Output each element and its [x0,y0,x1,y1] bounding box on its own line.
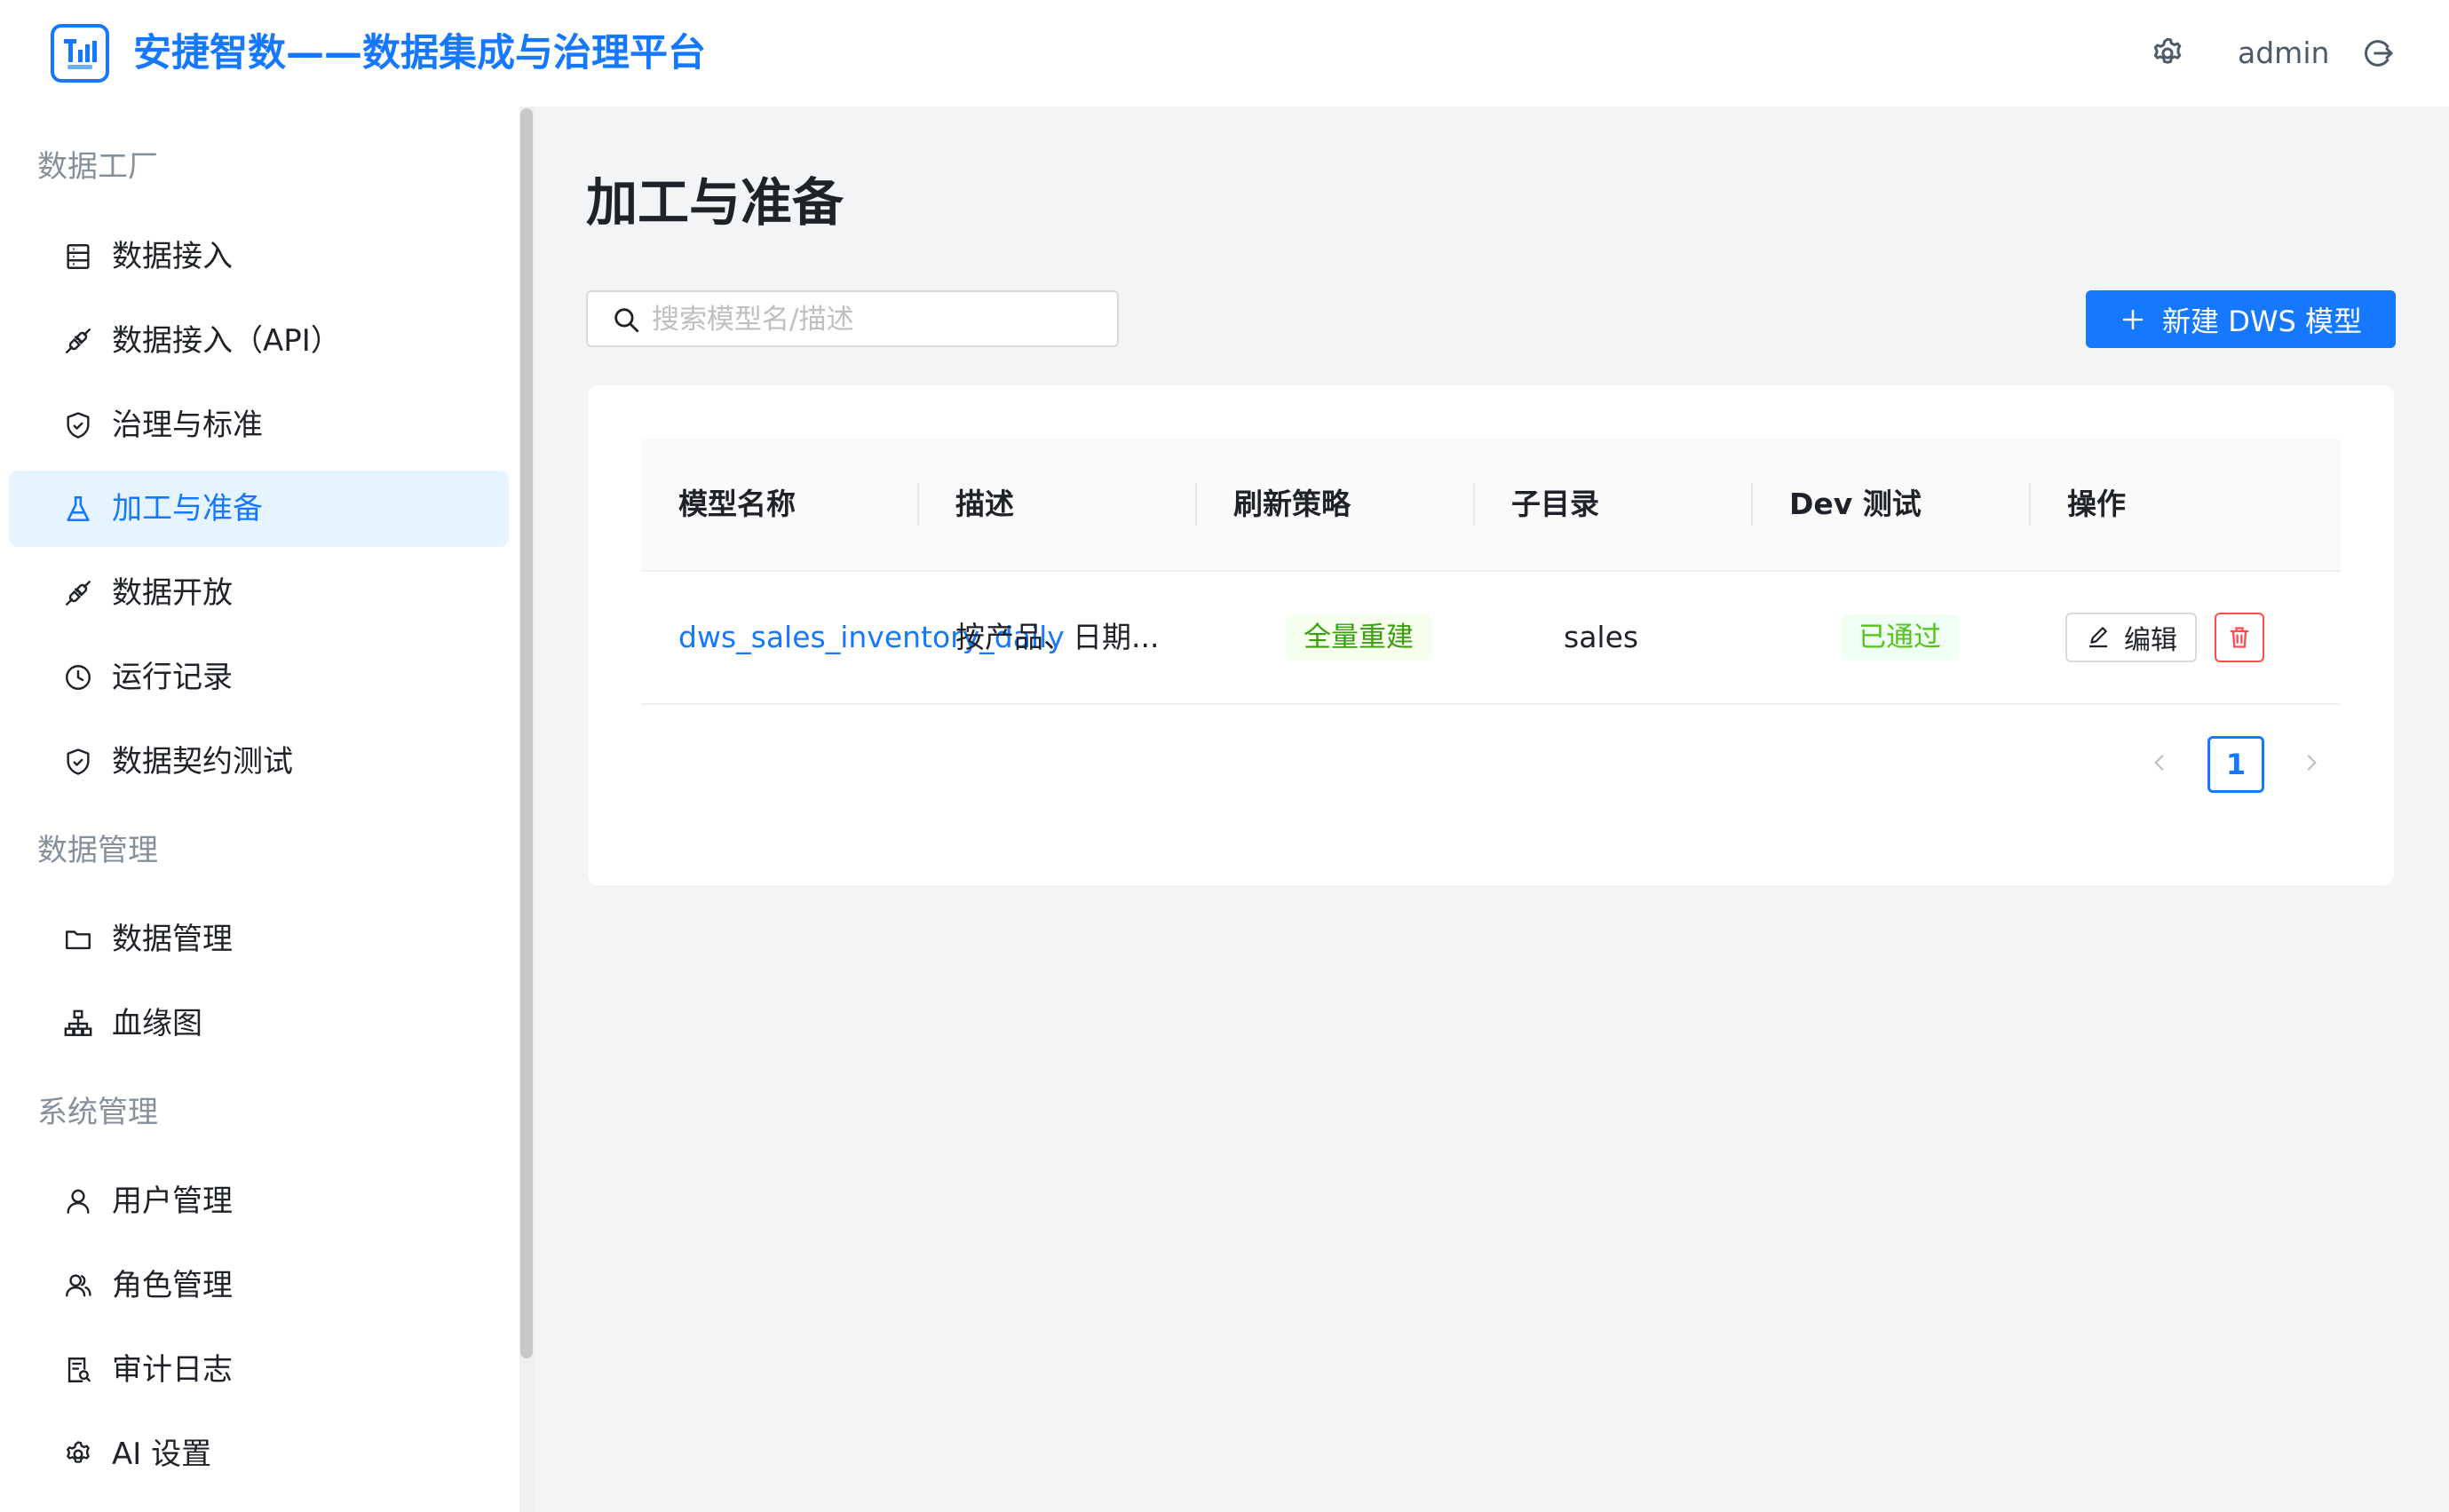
sidebar-item-data-open[interactable]: 数据开放 [9,555,509,631]
column-header-dev-test[interactable]: Dev 测试 [1789,439,1922,570]
plus-icon [2122,309,2144,329]
search-input[interactable] [650,297,1098,342]
sidebar-item-label: 审计日志 [112,1352,233,1388]
column-divider [2029,483,2031,526]
sidebar-item-label: 血缘图 [112,1006,202,1041]
subdirectory-value: sales [1564,620,1639,654]
page-title: 加工与准备 [586,172,844,233]
pagination-next-button[interactable] [2294,736,2329,789]
user-icon [60,1183,96,1219]
current-user[interactable]: admin [2238,32,2329,75]
refresh-strategy-tag: 全量重建 [1286,614,1431,661]
dev-test-status-tag: 已通过 [1841,614,1959,661]
column-divider [1473,483,1475,526]
edit-label: 编辑 [2124,625,2177,656]
api-icon [60,323,96,359]
shield-check-icon [60,744,96,780]
sidebar-item-label: 运行记录 [112,660,233,695]
sidebar-item-audit-log[interactable]: 审计日志 [9,1332,509,1408]
column-header-subdirectory[interactable]: 子目录 [1511,439,1599,570]
sidebar-item-label: 数据接入（API） [112,323,341,359]
pagination-prev-button[interactable] [2142,736,2177,789]
sidebar-item-governance[interactable]: 治理与标准 [9,387,509,463]
sidebar-item-lineage[interactable]: 血缘图 [9,986,509,1062]
edit-button[interactable]: 编辑 [2065,613,2197,662]
logout-icon [2365,40,2394,67]
lineage-icon [60,1006,96,1041]
chevron-left-icon [2154,755,2164,771]
trash-icon [2230,627,2249,648]
group-title-data-management: 数据管理 [37,833,158,868]
column-header-model-name[interactable]: 模型名称 [678,439,796,570]
sidebar-item-label: 数据接入 [112,239,233,274]
sidebar-item-ai-settings[interactable]: AI 设置 [9,1416,509,1492]
sidebar-item-processing[interactable]: 加工与准备 [9,471,509,547]
model-description: 按产品、日期... [955,620,1160,654]
group-title-system-management: 系统管理 [37,1095,158,1130]
sidebar-item-role-management[interactable]: 角色管理 [9,1247,509,1324]
users-icon [60,1268,96,1303]
audit-icon [60,1352,96,1388]
sidebar-item-label: 数据契约测试 [112,744,293,780]
search-icon [614,308,639,333]
edit-icon [2089,627,2107,648]
sidebar-item-label: 角色管理 [112,1268,233,1303]
column-header-refresh-strategy[interactable]: 刷新策略 [1233,439,1351,570]
shield-check-icon [60,408,96,443]
new-dws-model-button[interactable]: 新建 DWS 模型 [2086,290,2396,348]
sidebar-item-label: 加工与准备 [112,491,263,526]
sidebar-item-label: 数据开放 [112,575,233,611]
group-title-data-factory: 数据工厂 [37,149,158,185]
sidebar-item-label: 数据管理 [112,922,233,957]
pagination-page-1[interactable]: 1 [2207,736,2264,793]
api-icon [60,575,96,611]
new-dws-model-label: 新建 DWS 模型 [2162,304,2362,338]
search-box[interactable] [586,290,1119,347]
logo-chart-icon [64,39,97,69]
column-divider [917,483,919,526]
app-title: 安捷智数——数据集成与治理平台 [133,31,706,75]
column-header-description[interactable]: 描述 [955,439,1014,570]
table-row: dws_sales_inventory_daily 按产品、日期... 全量重建… [641,572,2341,705]
column-divider [1195,483,1197,526]
gear-icon [60,1437,96,1472]
chevron-right-icon [2307,755,2317,771]
settings-button[interactable] [2148,34,2187,73]
clock-icon [60,660,96,695]
sidebar-item-data-ingestion[interactable]: 数据接入 [9,218,509,295]
sidebar-item-label: 用户管理 [112,1183,233,1219]
sidebar-item-data-management[interactable]: 数据管理 [9,901,509,978]
sidebar-item-contract-test[interactable]: 数据契约测试 [9,724,509,800]
delete-button[interactable] [2215,613,2264,662]
sidebar-item-run-records[interactable]: 运行记录 [9,639,509,716]
gear-icon [2153,37,2182,64]
sidebar-item-data-ingestion-api[interactable]: 数据接入（API） [9,303,509,379]
app-logo[interactable] [51,24,109,83]
folder-icon [60,922,96,957]
models-table-card: 模型名称 描述 刷新策略 子目录 Dev 测试 操作 dws_sales_inv… [588,385,2394,885]
sidebar-item-label: AI 设置 [112,1437,212,1472]
database-icon [60,239,96,274]
column-divider [1751,483,1753,526]
table-header: 模型名称 描述 刷新策略 子目录 Dev 测试 操作 [641,439,2341,572]
column-header-actions: 操作 [2067,487,2126,521]
sidebar-item-label: 治理与标准 [112,408,263,443]
sidebar-item-user-management[interactable]: 用户管理 [9,1163,509,1239]
top-header: 安捷智数——数据集成与治理平台 admin [0,0,2449,107]
logout-button[interactable] [2358,34,2397,73]
flask-icon [60,491,96,526]
sidebar-scrollbar-thumb[interactable] [520,108,533,1358]
